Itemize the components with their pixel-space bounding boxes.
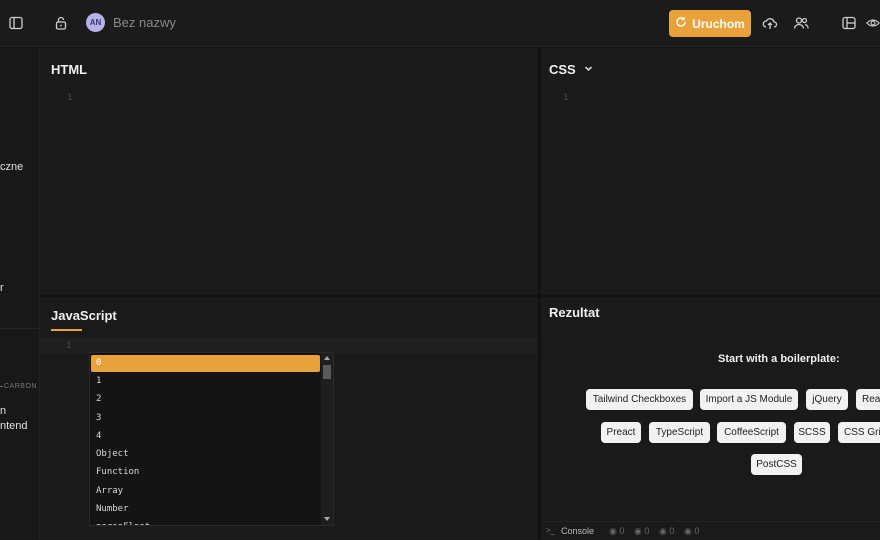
html-editor-title: HTML: [51, 62, 88, 77]
boilerplate-chip[interactable]: Tailwind Checkboxes: [586, 389, 693, 410]
autocomplete-item[interactable]: Array: [96, 486, 123, 496]
scrollbar-thumb[interactable]: [323, 365, 331, 379]
warning-icon: ◉: [634, 526, 642, 536]
eye-icon[interactable]: [866, 12, 880, 34]
user-icon: ◉: [659, 526, 667, 536]
autocomplete-scrollbar[interactable]: [321, 353, 333, 525]
boilerplate-chip[interactable]: Preact: [601, 422, 641, 443]
warning-count: ◉ 0: [634, 526, 650, 536]
info-icon: ◉: [684, 526, 692, 536]
css-editor-panel[interactable]: CSS 1: [541, 48, 880, 295]
boilerplate-title: Start with a boilerplate:: [718, 353, 840, 365]
error-count: ◉ 0: [609, 526, 625, 536]
users-icon[interactable]: [790, 12, 812, 34]
layout-icon[interactable]: [838, 12, 860, 34]
sidebar-item-label[interactable]: n: [0, 405, 6, 417]
scroll-down-icon[interactable]: [324, 517, 330, 521]
boilerplate-chip[interactable]: TypeScript: [649, 422, 710, 443]
run-button[interactable]: Uruchom: [669, 10, 751, 37]
sidebar-item-label[interactable]: r: [0, 282, 4, 294]
boilerplate-chip[interactable]: PostCSS: [751, 454, 802, 475]
refresh-icon: [675, 16, 687, 31]
boilerplate-chip[interactable]: CSS Grid: [838, 422, 880, 443]
user-count: ◉ 0: [659, 526, 675, 536]
terminal-icon: >_: [546, 526, 556, 535]
sidebar-item-label[interactable]: ntend: [0, 420, 28, 432]
sidebar-toggle-icon[interactable]: [5, 12, 27, 34]
line-number: 1: [66, 341, 72, 351]
autocomplete-item[interactable]: parseFloat: [96, 522, 150, 525]
editor-horizontal-divider[interactable]: [40, 295, 880, 297]
autocomplete-item[interactable]: Function: [96, 467, 139, 477]
top-bar: AN Bez nazwy Uruchom: [0, 0, 880, 47]
result-title: Rezultat: [549, 305, 600, 320]
html-editor-panel[interactable]: HTML 1: [40, 48, 538, 295]
avatar[interactable]: AN: [86, 13, 105, 32]
error-icon: ◉: [609, 526, 617, 536]
autocomplete-item[interactable]: Object: [96, 449, 129, 459]
boilerplate-chip[interactable]: React: [856, 389, 880, 410]
boilerplate-chip[interactable]: Import a JS Module: [700, 389, 798, 410]
editor-vertical-divider[interactable]: [538, 48, 541, 540]
chevron-down-icon[interactable]: [582, 62, 595, 80]
line-number: 1: [563, 93, 569, 103]
autocomplete-dropdown[interactable]: 0 1 2 3 4 Object Function Array Number p…: [89, 352, 334, 526]
active-tab-indicator: [51, 329, 82, 331]
project-name[interactable]: Bez nazwy: [113, 15, 176, 30]
autocomplete-item[interactable]: Number: [96, 504, 129, 514]
autocomplete-item[interactable]: 0: [96, 358, 101, 368]
sidebar-divider: [0, 328, 39, 329]
boilerplate-chip[interactable]: SCSS: [794, 422, 830, 443]
autocomplete-item[interactable]: 1: [96, 376, 101, 386]
sidebar-section-carbon: CARBON: [0, 383, 37, 390]
autocomplete-selected-highlight: [91, 355, 320, 372]
boilerplate-chip[interactable]: jQuery: [806, 389, 848, 410]
info-count: ◉ 0: [684, 526, 700, 536]
run-button-label: Uruchom: [692, 16, 745, 31]
autocomplete-item[interactable]: 4: [96, 431, 101, 441]
lock-icon[interactable]: [50, 12, 72, 34]
scroll-up-icon[interactable]: [324, 356, 330, 360]
console-label[interactable]: Console: [561, 526, 594, 536]
boilerplate-chip[interactable]: CoffeeScript: [717, 422, 786, 443]
line-number: 1: [67, 93, 73, 103]
autocomplete-item[interactable]: 2: [96, 394, 101, 404]
autocomplete-item[interactable]: 3: [96, 413, 101, 423]
sidebar: czne r CARBON n ntend: [0, 48, 40, 540]
sidebar-item-label[interactable]: czne: [0, 161, 23, 173]
console-bar[interactable]: >_ Console ◉ 0 ◉ 0 ◉ 0 ◉ 0: [541, 521, 880, 540]
cloud-upload-icon[interactable]: [759, 12, 781, 34]
js-editor-title: JavaScript: [51, 308, 117, 323]
css-editor-title: CSS: [549, 62, 576, 77]
